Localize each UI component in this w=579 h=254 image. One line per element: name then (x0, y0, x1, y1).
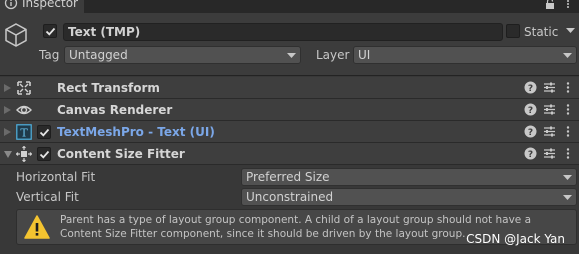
svg-text:T: T (20, 127, 28, 140)
static-label: Static (524, 25, 559, 39)
eye-icon (16, 105, 32, 115)
component-title: Content Size Fitter (57, 147, 185, 161)
vertical-fit-value: Unconstrained (246, 190, 334, 204)
help-icon[interactable]: ? (524, 103, 537, 116)
layer-dropdown[interactable]: UI (353, 46, 577, 64)
kebab-menu-icon[interactable] (563, 147, 573, 160)
textmeshpro-icon: T (16, 124, 32, 140)
component-rect-transform[interactable]: Rect Transform ? (0, 77, 579, 99)
tag-label: Tag (39, 48, 60, 62)
tab-inspector[interactable]: Inspector (0, 0, 84, 13)
presets-icon[interactable] (543, 125, 556, 138)
tab-label: Inspector (22, 0, 78, 10)
checkmark-icon (39, 128, 50, 137)
fold-arrow-icon[interactable] (4, 128, 11, 136)
chevron-down-icon (287, 53, 296, 58)
vertical-fit-dropdown[interactable]: Unconstrained (241, 188, 577, 206)
gameobject-cube-icon (5, 23, 27, 47)
component-canvas-renderer[interactable]: Canvas Renderer ? (0, 99, 579, 121)
svg-text:?: ? (528, 150, 533, 160)
active-checkbox[interactable] (43, 24, 57, 38)
fold-arrow-icon[interactable] (4, 106, 11, 114)
fold-arrow-icon[interactable] (4, 84, 11, 92)
chevron-down-icon (563, 53, 572, 58)
help-icon[interactable]: ? (524, 81, 537, 94)
kebab-menu-icon[interactable] (563, 81, 573, 94)
tag-value: Untagged (69, 48, 128, 62)
fold-arrow-expanded-icon[interactable] (4, 151, 12, 158)
horizontal-fit-dropdown[interactable]: Preferred Size (241, 168, 577, 186)
presets-icon[interactable] (543, 147, 556, 160)
chevron-down-icon (563, 195, 572, 200)
static-checkbox[interactable] (506, 24, 520, 38)
rect-transform-icon (17, 81, 31, 95)
kebab-menu-icon[interactable] (563, 103, 573, 116)
chevron-down-icon (563, 175, 572, 180)
vertical-fit-label: Vertical Fit (16, 190, 79, 204)
component-enabled-checkbox[interactable] (37, 147, 51, 161)
info-icon (4, 0, 18, 10)
checkmark-icon (45, 27, 56, 36)
component-enabled-checkbox[interactable] (37, 125, 51, 139)
component-title: Canvas Renderer (57, 103, 173, 117)
chevron-down-icon[interactable] (566, 28, 575, 34)
component-title: Rect Transform (57, 81, 160, 95)
warning-icon (24, 215, 50, 239)
watermark: CSDN @Jack Yan (466, 232, 565, 246)
presets-icon[interactable] (543, 103, 556, 116)
component-title: TextMeshPro - Text (UI) (57, 125, 215, 139)
svg-text:?: ? (528, 84, 533, 94)
kebab-menu-icon[interactable] (563, 125, 573, 138)
presets-icon[interactable] (543, 81, 556, 94)
gameobject-name-field[interactable]: Text (TMP) (63, 23, 503, 41)
svg-text:?: ? (528, 128, 533, 138)
tag-dropdown[interactable]: Untagged (64, 46, 301, 64)
layer-value: UI (358, 48, 371, 62)
checkmark-icon (39, 150, 50, 159)
help-icon[interactable]: ? (524, 125, 537, 138)
kebab-menu-icon[interactable] (563, 0, 573, 9)
gameobject-header: Text (TMP) Static Tag Untagged Layer UI (0, 13, 579, 76)
content-size-fitter-icon (16, 146, 32, 162)
lock-icon[interactable] (545, 0, 555, 10)
horizontal-fit-label: Horizontal Fit (16, 170, 96, 184)
help-icon[interactable]: ? (524, 147, 537, 160)
tab-bar: Inspector (0, 0, 579, 13)
layer-label: Layer (316, 48, 350, 62)
svg-text:?: ? (528, 106, 533, 116)
component-textmeshpro-text[interactable]: T TextMeshPro - Text (UI) ? (0, 121, 579, 143)
horizontal-fit-value: Preferred Size (246, 170, 330, 184)
component-content-size-fitter[interactable]: Content Size Fitter ? (0, 143, 579, 165)
